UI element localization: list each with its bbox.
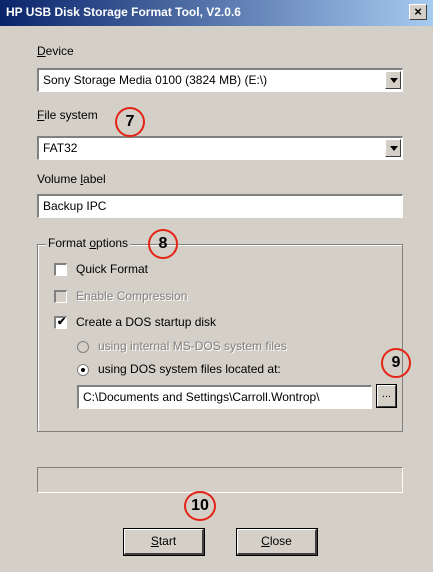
internal-msdos-radio[interactable] [77, 341, 89, 353]
annotation-marker-7: 7 [115, 107, 145, 137]
device-dropdown[interactable]: Sony Storage Media 0100 (3824 MB) (E:\) [37, 68, 403, 92]
quick-format-label: Quick Format [76, 262, 149, 276]
annotation-marker-9: 9 [381, 348, 411, 378]
title-bar[interactable]: HP USB Disk Storage Format Tool, V2.0.6 … [0, 0, 433, 26]
device-dropdown-arrow-icon[interactable] [385, 71, 401, 89]
file-system-dropdown[interactable]: FAT32 [37, 136, 403, 160]
enable-compression-checkbox[interactable] [54, 290, 67, 303]
annotation-marker-10: 10 [184, 491, 216, 521]
format-tool-window: HP USB Disk Storage Format Tool, V2.0.6 … [0, 0, 433, 572]
dos-startup-label: Create a DOS startup disk [76, 315, 217, 329]
dos-path-value: C:\Documents and Settings\Carroll.Wontro… [83, 390, 320, 404]
checkmark-icon: ✔ [57, 316, 67, 328]
close-window-button[interactable]: × [409, 4, 427, 20]
close-button[interactable]: Close [236, 528, 318, 556]
device-label: Device [37, 44, 74, 58]
annotation-marker-8: 8 [148, 229, 178, 259]
volume-label-label: Volume label [37, 172, 106, 186]
enable-compression-label: Enable Compression [76, 289, 188, 303]
window-title: HP USB Disk Storage Format Tool, V2.0.6 [6, 5, 241, 19]
file-system-selected-value: FAT32 [43, 141, 78, 155]
device-selected-value: Sony Storage Media 0100 (3824 MB) (E:\) [43, 73, 268, 87]
quick-format-checkbox[interactable] [54, 263, 67, 276]
volume-label-value: Backup IPC [43, 199, 107, 213]
file-system-label: File system [37, 108, 98, 122]
format-options-title: Format options [46, 236, 131, 250]
located-at-radio[interactable] [77, 364, 89, 376]
volume-label-input[interactable]: Backup IPC [37, 194, 403, 218]
file-system-dropdown-arrow-icon[interactable] [385, 139, 401, 157]
internal-msdos-label: using internal MS-DOS system files [98, 339, 287, 353]
located-at-label: using DOS system files located at: [98, 362, 281, 376]
dos-path-input[interactable]: C:\Documents and Settings\Carroll.Wontro… [77, 385, 372, 409]
radio-selected-dot-icon [81, 368, 85, 372]
progress-bar [37, 467, 403, 493]
start-button[interactable]: Start [123, 528, 205, 556]
dos-startup-checkbox[interactable]: ✔ [54, 316, 67, 329]
browse-button[interactable]: ... [376, 384, 397, 408]
